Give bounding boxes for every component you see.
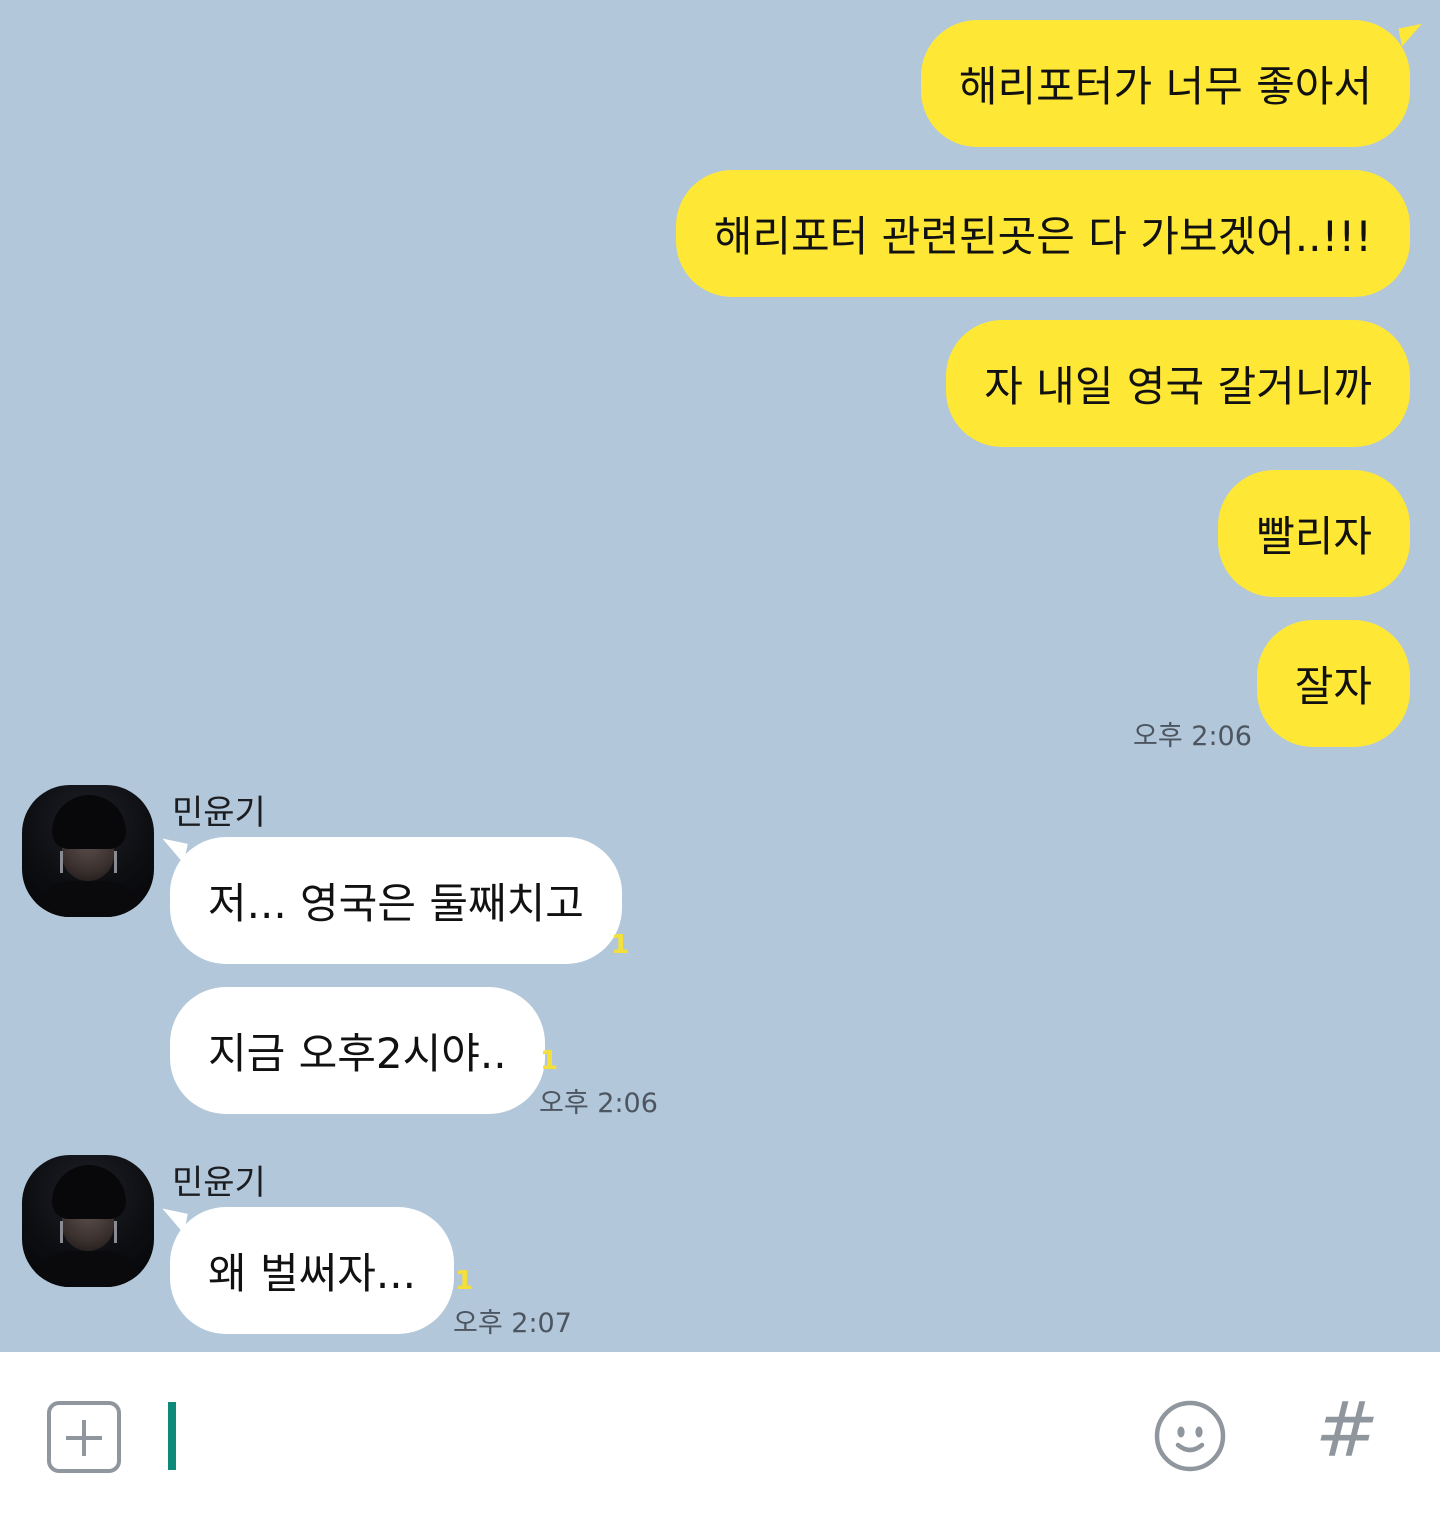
message-text: 자 내일 영국 갈거니까 (984, 362, 1372, 411)
sender-name: 민윤기 (172, 793, 266, 833)
text-cursor (168, 1402, 176, 1470)
message-text: 해리포터가 너무 좋아서 (958, 62, 1372, 111)
message-timestamp: 오후 2:06 (539, 1088, 658, 1119)
outgoing-message-bubble[interactable]: 해리포터가 너무 좋아서 (920, 20, 1410, 147)
incoming-message-bubble[interactable]: 왜 벌써자... (170, 1207, 454, 1334)
outgoing-message-bubble[interactable]: 해리포터 관련된곳은 다 가보겠어..!!! (675, 170, 1410, 297)
outgoing-message-bubble[interactable]: 자 내일 영국 갈거니까 (946, 320, 1410, 447)
message-text: 빨리자 (1256, 512, 1372, 561)
unread-count: 1 (540, 1046, 559, 1076)
message-text: 저... 영국은 둘째치고 (208, 879, 584, 928)
plus-square-icon[interactable] (47, 1401, 121, 1473)
message-text: 잘자 (1294, 662, 1372, 711)
unread-count: 1 (455, 1266, 474, 1296)
unread-count: 1 (611, 930, 630, 960)
message-input-bar: # (0, 1352, 1440, 1514)
hash-icon[interactable]: # (1312, 1390, 1382, 1470)
message-timestamp: 오후 2:07 (453, 1308, 572, 1339)
outgoing-message-bubble[interactable]: 잘자 (1256, 620, 1410, 747)
incoming-message-bubble[interactable]: 저... 영국은 둘째치고 (170, 837, 622, 964)
message-text: 해리포터 관련된곳은 다 가보겠어..!!! (713, 212, 1372, 261)
sender-name: 민윤기 (172, 1163, 266, 1203)
message-timestamp: 오후 2:06 (1133, 721, 1252, 752)
avatar[interactable] (22, 1155, 154, 1287)
smiley-icon[interactable] (1153, 1399, 1227, 1473)
chat-area[interactable]: 해리포터가 너무 좋아서 해리포터 관련된곳은 다 가보겠어..!!! 자 내일… (0, 0, 1440, 1352)
message-input[interactable] (190, 1396, 1090, 1476)
avatar[interactable] (22, 785, 154, 917)
incoming-message-bubble[interactable]: 지금 오후2시야.. (170, 987, 545, 1114)
message-text: 지금 오후2시야.. (208, 1029, 507, 1078)
message-text: 왜 벌써자... (208, 1249, 416, 1298)
outgoing-message-bubble[interactable]: 빨리자 (1218, 470, 1410, 597)
